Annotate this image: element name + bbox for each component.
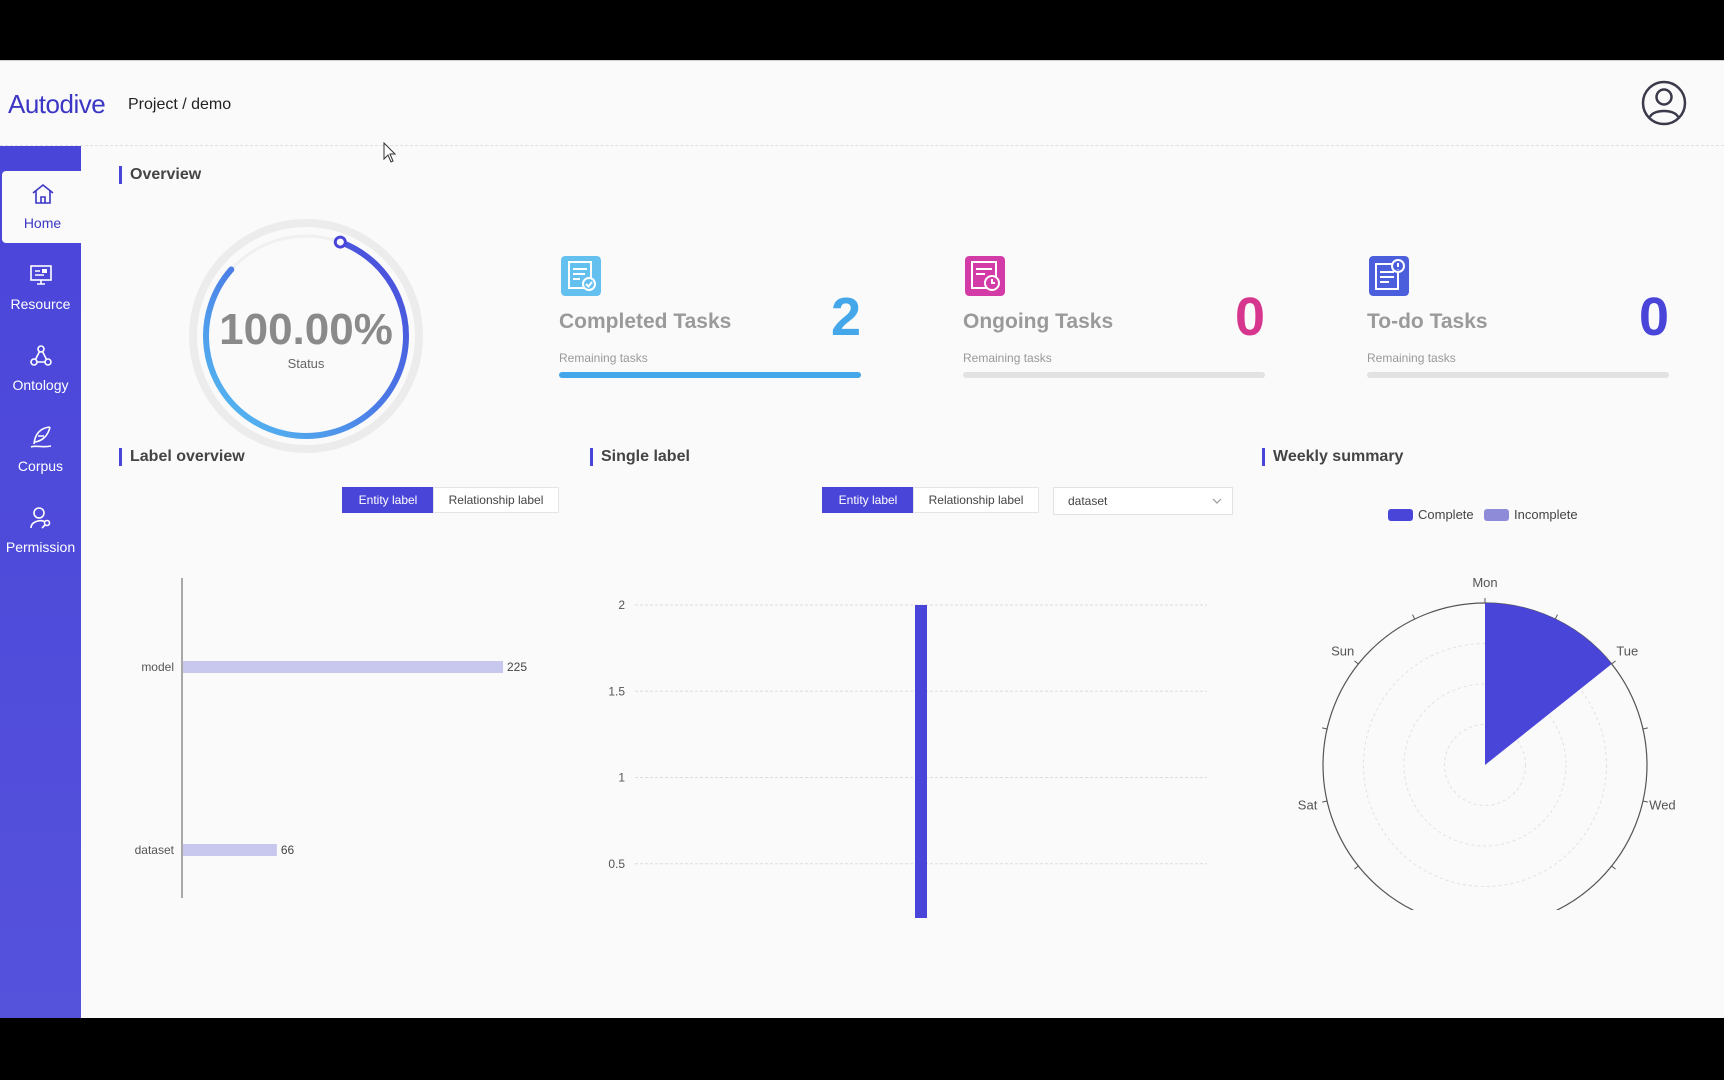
single-label-tab-entity[interactable]: Entity label xyxy=(822,487,914,513)
ongoing-tasks-title: Ongoing Tasks xyxy=(963,310,1114,333)
category-label: Tue xyxy=(1616,644,1638,659)
ongoing-tasks-progress xyxy=(963,372,1265,378)
y-tick-label: 1 xyxy=(618,771,625,785)
bar xyxy=(183,844,277,856)
status-ring-knob xyxy=(333,235,347,249)
axis-tick xyxy=(1642,800,1648,803)
label-overview-tab-entity[interactable]: Entity label xyxy=(342,487,434,513)
sidebar-item-label: Ontology xyxy=(12,377,69,393)
axis-tick xyxy=(1354,660,1359,665)
todo-tasks-progress xyxy=(1367,372,1669,378)
todo-tasks-card: To-do Tasks 0 Remaining tasks xyxy=(1367,256,1669,386)
legend-incomplete-label: Incomplete xyxy=(1514,507,1578,522)
axis-tick xyxy=(1611,865,1616,870)
screen: Autodive Project / demo Home Resource On… xyxy=(0,0,1724,1080)
sidebar: Home Resource Ontology Corpus Permission xyxy=(0,146,81,1018)
axis-tick xyxy=(1322,727,1328,730)
feather-icon xyxy=(30,426,52,448)
completed-tasks-sub: Remaining tasks xyxy=(559,351,648,365)
status-label: Status xyxy=(287,356,325,371)
breadcrumb[interactable]: Project / demo xyxy=(128,96,231,114)
bar xyxy=(915,605,927,918)
graph-icon xyxy=(30,345,52,366)
sidebar-item-label: Resource xyxy=(10,296,71,312)
completed-tasks-card: Completed Tasks 2 Remaining tasks xyxy=(559,256,861,386)
legend-complete-label: Complete xyxy=(1418,507,1474,522)
todo-tasks-title: To-do Tasks xyxy=(1367,310,1488,333)
category-label: dataset xyxy=(135,843,175,857)
legend-complete[interactable]: Complete xyxy=(1388,507,1474,523)
completed-tasks-value: 2 xyxy=(830,287,861,347)
completed-tasks-icon xyxy=(561,256,601,296)
user-avatar-icon[interactable] xyxy=(1640,79,1688,127)
overview-title: Overview xyxy=(119,166,201,184)
status-value: 100.00% xyxy=(219,305,393,354)
mouse-cursor-icon xyxy=(383,142,397,163)
legend-incomplete[interactable]: Incomplete xyxy=(1484,507,1578,523)
sidebar-item-home[interactable]: Home xyxy=(2,171,81,243)
ongoing-tasks-sub: Remaining tasks xyxy=(963,351,1052,365)
weekly-summary-chart: MonTueWedThuFriSatSun xyxy=(1298,575,1676,910)
bar xyxy=(183,661,503,673)
category-label: Sat xyxy=(1298,797,1318,812)
todo-tasks-sub: Remaining tasks xyxy=(1367,351,1456,365)
sidebar-item-label: Permission xyxy=(5,539,76,555)
axis-tick xyxy=(1611,660,1616,665)
axis-tick xyxy=(1642,727,1648,730)
axis-tick xyxy=(1354,865,1359,870)
ongoing-tasks-value: 0 xyxy=(1234,287,1265,347)
category-label: model xyxy=(141,660,174,674)
complete-sector xyxy=(1485,603,1612,765)
home-icon xyxy=(32,183,54,204)
label-overview-chart: model 225 dataset 66 xyxy=(135,578,527,898)
completed-tasks-progress xyxy=(559,372,861,378)
ongoing-tasks-icon xyxy=(965,256,1005,296)
progress-fill xyxy=(559,372,861,378)
ongoing-tasks-card: Ongoing Tasks 0 Remaining tasks xyxy=(963,256,1265,386)
todo-tasks-icon xyxy=(1369,256,1409,296)
axis-tick xyxy=(1412,614,1416,620)
label-overview-tab-relationship[interactable]: Relationship label xyxy=(433,487,559,513)
y-tick-label: 1.5 xyxy=(608,684,625,698)
axis-tick xyxy=(1554,614,1558,620)
label-select-value: dataset xyxy=(1068,494,1108,508)
app-logo[interactable]: Autodive xyxy=(8,89,106,120)
label-select[interactable]: dataset xyxy=(1053,487,1233,515)
axis-tick xyxy=(1322,800,1328,803)
top-header: Autodive Project / demo xyxy=(0,60,1724,146)
sidebar-item-label: Home xyxy=(23,215,62,231)
y-tick-label: 0.5 xyxy=(608,857,625,871)
user-key-icon xyxy=(30,507,51,529)
chevron-down-icon xyxy=(1212,498,1222,504)
sidebar-item-ontology[interactable]: Ontology xyxy=(0,333,81,405)
monitor-icon xyxy=(30,265,52,285)
single-label-tab-relationship[interactable]: Relationship label xyxy=(913,487,1039,513)
single-label-title: Single label xyxy=(590,448,690,466)
sidebar-item-label: Corpus xyxy=(17,458,64,474)
weekly-summary-title: Weekly summary xyxy=(1262,448,1403,466)
sidebar-item-resource[interactable]: Resource xyxy=(0,252,81,324)
completed-tasks-title: Completed Tasks xyxy=(559,310,732,333)
single-label-chart: 00.511.522023-02-20 xyxy=(608,598,1207,918)
data-label: 225 xyxy=(507,660,527,674)
category-label: Wed xyxy=(1649,797,1676,812)
app-window: Autodive Project / demo Home Resource On… xyxy=(0,60,1724,1018)
category-label: Sun xyxy=(1331,644,1354,659)
category-label: Mon xyxy=(1472,575,1497,590)
sidebar-item-permission[interactable]: Permission xyxy=(0,495,81,567)
legend-complete-swatch xyxy=(1388,509,1413,521)
sidebar-item-corpus[interactable]: Corpus xyxy=(0,414,81,486)
label-overview-title: Label overview xyxy=(119,448,245,466)
todo-tasks-value: 0 xyxy=(1638,287,1669,347)
legend-incomplete-swatch xyxy=(1484,509,1509,521)
data-label: 66 xyxy=(281,843,295,857)
y-tick-label: 2 xyxy=(618,598,625,612)
